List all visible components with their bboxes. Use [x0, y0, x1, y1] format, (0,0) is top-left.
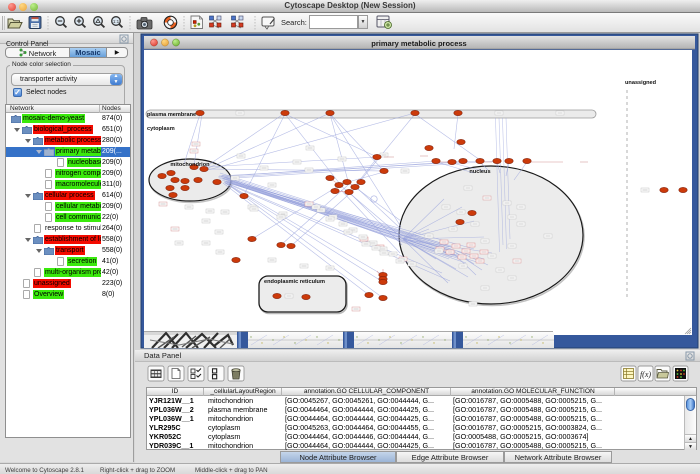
svg-text:f(x): f(x) [640, 370, 651, 379]
svg-text:unassigned: unassigned [625, 80, 657, 86]
svg-text:cytoplasm: cytoplasm [147, 126, 175, 132]
svg-text:endoplasmic reticulum: endoplasmic reticulum [264, 279, 325, 285]
svg-text:primary metabolic process: primary metabolic process [371, 39, 466, 48]
svg-text:1:1: 1:1 [113, 19, 120, 24]
svg-text:nucleus: nucleus [469, 169, 490, 175]
svg-text:mitochondrion: mitochondrion [170, 162, 210, 168]
svg-text:plasma membrane: plasma membrane [147, 112, 196, 118]
